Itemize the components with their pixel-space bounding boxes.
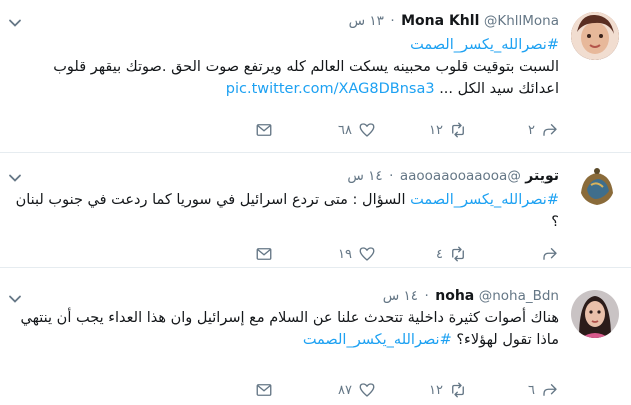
tweet-header: noha @noha_Bdn · ١٤ س	[383, 287, 559, 305]
heart-icon	[359, 383, 375, 397]
retweet-button[interactable]: ١٢	[429, 381, 467, 399]
chevron-down-icon[interactable]	[8, 16, 22, 30]
hashtag-link[interactable]: #نصرالله_يكسر_الصمت	[14, 34, 559, 56]
retweet-button[interactable]: ٤	[436, 245, 467, 263]
envelope-icon	[256, 124, 272, 136]
tweet-body-2: ماذا تقول لهؤلاء؟	[456, 332, 559, 348]
separator-dot: ·	[390, 13, 395, 29]
media-link[interactable]: pic.twitter.com/XAG8DBnsa3	[226, 81, 435, 97]
reply-icon	[543, 124, 557, 136]
user-name[interactable]: تويتر	[525, 168, 559, 184]
separator-dot: ·	[424, 288, 429, 304]
tweet-text: هناك أصوات كثيرة داخلية تتحدث علنا عن ال…	[14, 307, 559, 351]
user-name[interactable]: Mona Khll	[401, 13, 479, 29]
retweet-count: ١٢	[429, 382, 443, 398]
like-count: ١٩	[338, 246, 352, 262]
envelope-icon	[256, 384, 272, 396]
retweet-icon	[452, 246, 464, 262]
tweet-3-actions: ٦ ١٢ ٨٧	[250, 381, 559, 401]
reply-button[interactable]: ٢	[528, 121, 559, 139]
like-button[interactable]: ٦٨	[338, 121, 376, 139]
reply-button[interactable]	[535, 245, 559, 263]
heart-icon	[359, 247, 375, 261]
tweet-time[interactable]: ١٤ س	[347, 168, 382, 184]
tweet-time[interactable]: ١٣ س	[349, 13, 384, 29]
tweet-body: هناك أصوات كثيرة داخلية تتحدث علنا عن ال…	[20, 310, 559, 326]
chevron-down-icon[interactable]	[8, 171, 22, 185]
retweet-button[interactable]: ١٢	[429, 121, 467, 139]
user-handle[interactable]: @aaooaaooaaooa	[400, 168, 521, 184]
reply-count: ٢	[528, 122, 535, 138]
tweet-text: #نصرالله_يكسر_الصمت السبت بتوقيت قلوب مح…	[14, 34, 559, 100]
tweet-time[interactable]: ١٤ س	[383, 288, 418, 304]
reply-icon	[543, 384, 557, 396]
direct-message-button[interactable]	[255, 121, 273, 139]
avatar[interactable]	[573, 163, 621, 211]
hashtag-link[interactable]: #نصرالله_يكسر_الصمت	[410, 192, 559, 208]
heart-icon	[359, 123, 375, 137]
user-name[interactable]: noha	[435, 288, 474, 304]
envelope-icon	[256, 248, 272, 260]
avatar[interactable]	[571, 290, 619, 338]
like-button[interactable]: ١٩	[338, 245, 376, 263]
retweet-count: ١٢	[429, 122, 443, 138]
tweet-text: #نصرالله_يكسر_الصمت السؤال : متى تردع اس…	[14, 189, 559, 233]
hashtag-link[interactable]: #نصرالله_يكسر_الصمت	[303, 332, 452, 348]
tweet-1[interactable]: Mona Khll @KhllMona · ١٣ س #نصرالله_يكسر…	[0, 0, 631, 153]
tweet-header: Mona Khll @KhllMona · ١٣ س	[349, 12, 559, 30]
tweet-2-actions: ٤ ١٩	[250, 245, 559, 265]
tweet-header: تويتر @aaooaaooaaooa · ١٤ س	[347, 167, 559, 185]
avatar[interactable]	[571, 12, 619, 60]
retweet-count: ٤	[436, 246, 443, 262]
user-handle[interactable]: @KhllMona	[484, 13, 559, 29]
direct-message-button[interactable]	[255, 381, 273, 399]
like-count: ٦٨	[338, 122, 352, 138]
separator-dot: ·	[389, 168, 394, 184]
like-count: ٨٧	[338, 382, 352, 398]
reply-button[interactable]: ٦	[528, 381, 559, 399]
user-handle[interactable]: @noha_Bdn	[479, 288, 559, 304]
chevron-down-icon[interactable]	[8, 292, 22, 306]
reply-count: ٦	[528, 382, 535, 398]
tweet-actions: ٢ ١٢ ٦٨	[250, 121, 559, 141]
retweet-icon	[452, 122, 464, 138]
like-button[interactable]: ٨٧	[338, 381, 376, 399]
retweet-icon	[452, 382, 464, 398]
reply-icon	[543, 248, 557, 260]
direct-message-button[interactable]	[255, 245, 273, 263]
